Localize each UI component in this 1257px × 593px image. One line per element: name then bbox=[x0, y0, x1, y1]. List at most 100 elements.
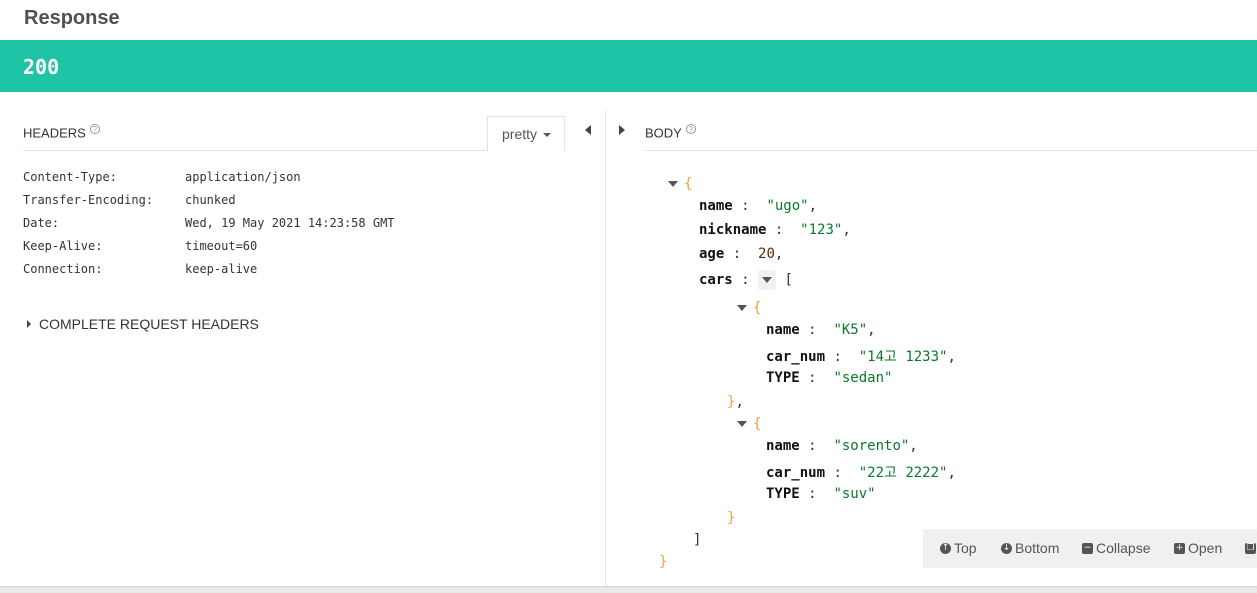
json-brace: { bbox=[684, 176, 693, 192]
open-button[interactable]: + Open bbox=[1174, 540, 1222, 556]
arrow-up-icon: ↑ bbox=[940, 542, 951, 554]
json-property: name : "ugo", bbox=[699, 198, 818, 214]
collapse-toggle-icon[interactable] bbox=[762, 277, 773, 283]
json-brace: { bbox=[753, 416, 762, 432]
header-value: keep-alive bbox=[185, 262, 258, 276]
json-number-value: 20 bbox=[758, 246, 775, 262]
body-title: BODY? bbox=[645, 124, 696, 140]
json-object-close: }, bbox=[727, 394, 744, 410]
triangle-right-icon bbox=[27, 320, 31, 329]
header-row: Connection: keep-alive bbox=[23, 262, 257, 276]
json-object-open: { bbox=[737, 416, 761, 432]
arrow-down-icon: ↓ bbox=[1001, 542, 1012, 554]
json-key: age bbox=[699, 246, 725, 262]
json-property: TYPE : "suv" bbox=[766, 486, 876, 502]
json-array-close: ] bbox=[693, 532, 701, 548]
json-string-value: "123" bbox=[800, 222, 843, 238]
header-value: Wed, 19 May 2021 14:23:58 GMT bbox=[185, 216, 395, 230]
json-string-value: "22고 2222" bbox=[858, 465, 948, 481]
json-property: name : "sorento", bbox=[766, 438, 918, 454]
json-string-value: "14고 1233" bbox=[858, 349, 948, 365]
status-code: 200 bbox=[23, 55, 60, 79]
json-bracket: ] bbox=[693, 532, 702, 548]
format-dropdown[interactable]: pretty bbox=[487, 116, 565, 151]
header-row: Date: Wed, 19 May 2021 14:23:58 GMT bbox=[23, 216, 395, 230]
copy-button[interactable]: ❐ bbox=[1245, 540, 1257, 556]
json-key: name bbox=[766, 322, 800, 338]
complete-request-headers-label: COMPLETE REQUEST HEADERS bbox=[39, 316, 259, 332]
body-title-label: BODY bbox=[645, 125, 682, 141]
top-button-label: Top bbox=[954, 540, 977, 556]
headers-title: HEADERS? bbox=[23, 124, 100, 140]
json-bracket: [ bbox=[776, 272, 793, 288]
open-button-label: Open bbox=[1188, 540, 1223, 556]
json-object-close: } bbox=[727, 510, 735, 526]
json-property: car_num : "14고 1233", bbox=[766, 349, 956, 365]
copy-icon: ❐ bbox=[1245, 542, 1256, 554]
json-key: TYPE bbox=[766, 486, 800, 502]
json-property: TYPE : "sedan" bbox=[766, 370, 893, 386]
collapse-toggle-icon[interactable] bbox=[668, 181, 678, 187]
json-brace: } bbox=[727, 510, 736, 526]
plus-icon: + bbox=[1174, 542, 1185, 554]
json-property: age : 20, bbox=[699, 246, 784, 262]
json-string-value: "ugo" bbox=[766, 198, 809, 214]
header-value: chunked bbox=[185, 193, 236, 207]
bottom-button[interactable]: ↓ Bottom bbox=[1001, 540, 1059, 556]
json-brace: } bbox=[659, 554, 668, 570]
collapse-toggle-icon[interactable] bbox=[737, 305, 747, 311]
json-object-open: { bbox=[737, 300, 761, 316]
headers-title-label: HEADERS bbox=[23, 125, 86, 141]
header-value: application/json bbox=[185, 170, 301, 184]
header-key: Connection: bbox=[23, 262, 103, 276]
header-key: Keep-Alive: bbox=[23, 239, 103, 253]
json-property: car_num : "22고 2222", bbox=[766, 465, 956, 481]
format-dropdown-label: pretty bbox=[502, 126, 538, 142]
expand-right-icon[interactable] bbox=[619, 125, 625, 135]
minus-icon: − bbox=[1082, 542, 1093, 554]
json-string-value: "K5" bbox=[833, 322, 868, 338]
collapse-left-icon[interactable] bbox=[585, 125, 591, 135]
json-key: car_num bbox=[766, 349, 826, 365]
json-key: nickname bbox=[699, 222, 767, 238]
json-string-value: "sorento" bbox=[833, 438, 910, 454]
json-key: car_num bbox=[766, 465, 826, 481]
json-property: cars : [ bbox=[699, 270, 793, 290]
header-row: Content-Type: application/json bbox=[23, 170, 301, 184]
collapse-button-label: Collapse bbox=[1096, 540, 1151, 556]
collapse-button[interactable]: − Collapse bbox=[1082, 540, 1150, 556]
top-button[interactable]: ↑ Top bbox=[940, 540, 977, 556]
header-value: timeout=60 bbox=[185, 239, 258, 253]
json-key: TYPE bbox=[766, 370, 800, 386]
json-root-open: { bbox=[668, 176, 692, 192]
json-root-close: } bbox=[659, 554, 667, 570]
json-toolbar: ↑ Top ↓ Bottom − Collapse + Open ❐ bbox=[923, 529, 1257, 568]
json-property: name : "K5", bbox=[766, 322, 876, 338]
horizontal-scrollbar[interactable] bbox=[0, 586, 1257, 593]
header-key: Content-Type: bbox=[23, 170, 117, 184]
help-icon[interactable]: ? bbox=[685, 124, 696, 134]
caret-down-icon bbox=[543, 133, 552, 138]
header-key: Transfer-Encoding: bbox=[23, 193, 154, 207]
help-icon[interactable]: ? bbox=[89, 124, 100, 134]
complete-request-headers-toggle[interactable]: COMPLETE REQUEST HEADERS bbox=[27, 316, 259, 332]
json-string-value: "suv" bbox=[833, 486, 876, 502]
header-key: Date: bbox=[23, 216, 60, 230]
json-brace: { bbox=[753, 300, 762, 316]
json-key: name bbox=[766, 438, 800, 454]
body-divider bbox=[645, 150, 1257, 151]
json-key: name bbox=[699, 198, 733, 214]
header-row: Transfer-Encoding: chunked bbox=[23, 193, 236, 207]
json-string-value: "sedan" bbox=[833, 370, 893, 386]
array-toggle[interactable] bbox=[758, 270, 777, 290]
headers-panel: HEADERS? pretty Content-Type: application… bbox=[0, 92, 606, 586]
bottom-button-label: Bottom bbox=[1015, 540, 1060, 556]
headers-divider bbox=[23, 150, 565, 151]
collapse-toggle-icon[interactable] bbox=[737, 421, 747, 427]
response-title: Response bbox=[24, 7, 120, 29]
header-row: Keep-Alive: timeout=60 bbox=[23, 239, 257, 253]
panel-divider bbox=[605, 110, 606, 586]
status-bar: 200 bbox=[0, 40, 1257, 92]
json-key: cars bbox=[699, 272, 733, 288]
json-property: nickname : "123", bbox=[699, 222, 851, 238]
